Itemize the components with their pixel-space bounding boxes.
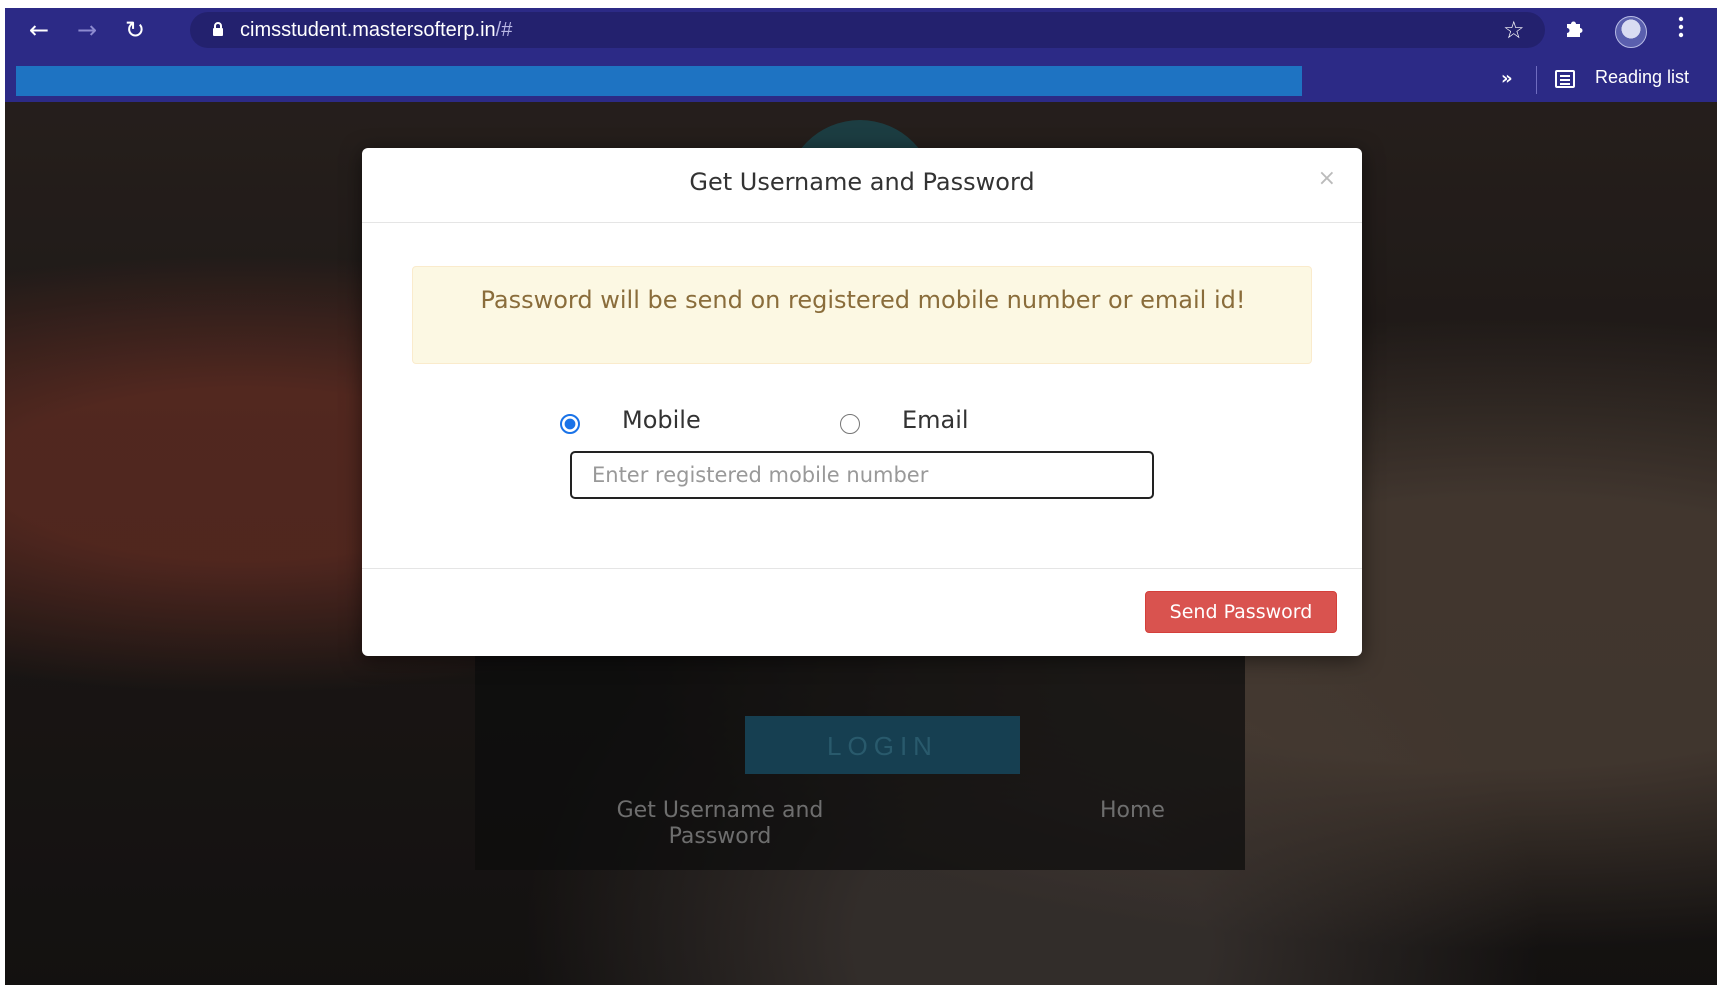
puzzle-icon[interactable] bbox=[1563, 16, 1587, 46]
mobile-radio-label[interactable]: Mobile bbox=[622, 406, 701, 434]
credentials-modal: Get Username and Password × Password wil… bbox=[362, 148, 1362, 656]
reload-icon[interactable]: ↻ bbox=[121, 16, 149, 44]
star-icon[interactable]: ☆ bbox=[1503, 16, 1525, 44]
close-icon[interactable]: × bbox=[1318, 166, 1336, 191]
back-arrow-icon[interactable]: ← bbox=[25, 16, 53, 44]
url-host: cimsstudent.mastersofterp.in bbox=[240, 19, 496, 41]
alert-text: Password will be send on registered mobi… bbox=[480, 286, 1246, 314]
profile-avatar[interactable] bbox=[1615, 16, 1647, 48]
reading-list-icon[interactable] bbox=[1555, 70, 1575, 88]
lock-icon bbox=[213, 22, 223, 36]
redacted-bookmarks bbox=[16, 66, 1302, 96]
url-text: cimsstudent.mastersofterp.in/# bbox=[240, 19, 512, 42]
url-path: /# bbox=[495, 19, 513, 41]
modal-header: Get Username and Password × bbox=[362, 148, 1362, 223]
mobile-radio[interactable] bbox=[560, 414, 580, 434]
modal-title: Get Username and Password bbox=[689, 168, 1035, 196]
mobile-number-input[interactable] bbox=[570, 451, 1154, 499]
double-chevron-icon[interactable]: » bbox=[1501, 68, 1513, 89]
kebab-menu-icon[interactable] bbox=[1673, 16, 1689, 44]
bookmarks-divider bbox=[1536, 66, 1537, 94]
bookmarks-bar: » Reading list bbox=[5, 52, 1717, 102]
email-radio-label[interactable]: Email bbox=[902, 406, 969, 434]
send-password-button[interactable]: Send Password bbox=[1145, 591, 1337, 633]
forward-arrow-icon[interactable]: → bbox=[73, 16, 101, 44]
browser-toolbar: ← → ↻ cimsstudent.mastersofterp.in/# ☆ bbox=[5, 8, 1717, 52]
browser-chrome: ← → ↻ cimsstudent.mastersofterp.in/# ☆ »… bbox=[5, 8, 1717, 102]
reading-list-label[interactable]: Reading list bbox=[1595, 67, 1689, 88]
email-radio[interactable] bbox=[840, 414, 860, 434]
info-alert: Password will be send on registered mobi… bbox=[412, 266, 1312, 364]
modal-footer: Send Password bbox=[362, 568, 1362, 657]
address-bar[interactable]: cimsstudent.mastersofterp.in/# ☆ bbox=[190, 12, 1545, 48]
